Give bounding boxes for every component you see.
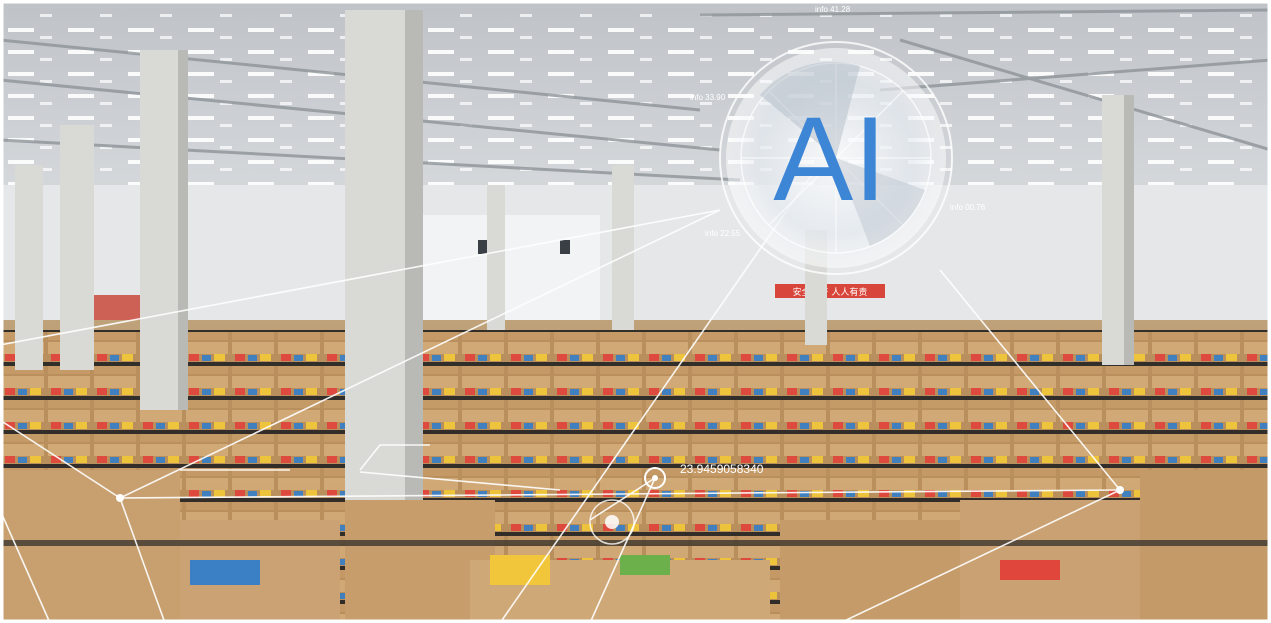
scene-svg: 安全生产 人人有责 23.9459058340 AI info 33.90 in… — [0, 0, 1271, 623]
back-wall — [0, 185, 1271, 335]
ai-label: AI — [773, 92, 886, 226]
office-window — [560, 240, 570, 254]
info-label: info 00.76 — [950, 203, 986, 212]
banner-text: 安全生产 人人有责 — [793, 286, 868, 298]
info-label: info 33.90 — [690, 93, 726, 102]
coordinate-label: 23.9459058340 — [680, 462, 764, 476]
office-window — [478, 240, 488, 254]
hud-target-dot — [605, 515, 619, 529]
warehouse-ai-scene: 安全生产 人人有责 23.9459058340 AI info 33.90 in… — [0, 0, 1271, 623]
office-block — [420, 215, 600, 325]
info-label: info 22.55 — [705, 229, 741, 238]
info-label: info 41.28 — [815, 5, 851, 14]
